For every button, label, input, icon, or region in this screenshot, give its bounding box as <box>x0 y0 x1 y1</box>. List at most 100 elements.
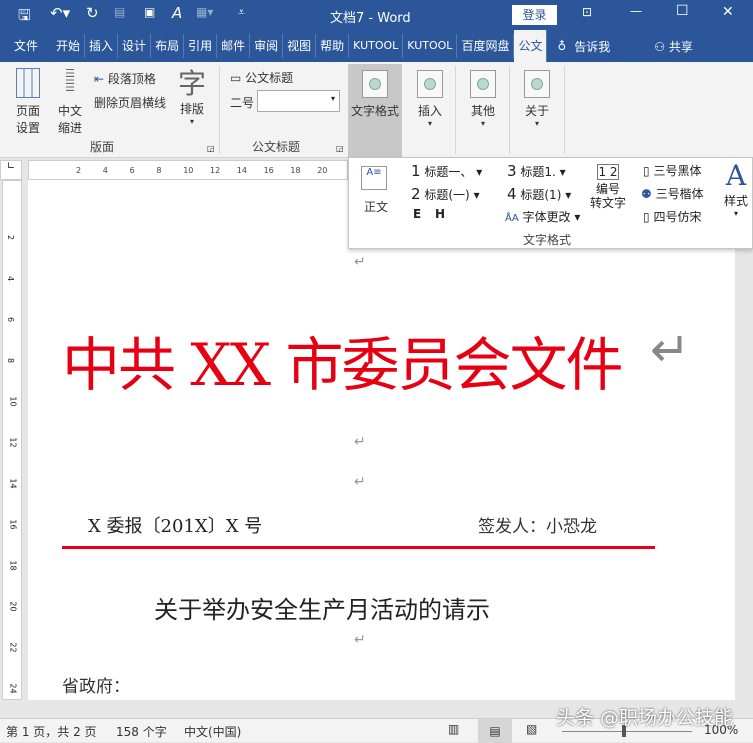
typeset-label: 排版 <box>179 102 204 116</box>
tab-selector[interactable]: ∟ <box>0 160 22 180</box>
circle-icon <box>362 70 388 98</box>
chevron-down-icon: ▾ <box>330 94 335 103</box>
ruler-tick: 18 <box>8 560 18 571</box>
divider <box>509 66 510 154</box>
numbering-icon: 1 2 <box>597 164 619 180</box>
h-button[interactable]: H <box>435 207 445 221</box>
style-label: 三号楷体 <box>655 187 704 201</box>
group-label-layout: 版面 <box>90 140 115 154</box>
picture-icon[interactable]: ▦▾ <box>196 5 213 19</box>
tell-me-input[interactable]: 告诉我 <box>574 38 610 55</box>
read-mode-icon[interactable]: ▥ <box>448 722 459 736</box>
heading-2-label: 标题(一) <box>424 188 470 202</box>
zoom-slider[interactable] <box>562 725 692 737</box>
font-icon[interactable]: A <box>172 4 182 22</box>
chinese-indent-button[interactable]: ☰ ☰ ☰ 中文 缩进 <box>52 68 88 136</box>
heading-2-button[interactable]: 2 标题(一) ▾ <box>411 185 480 203</box>
close-button[interactable]: ✕ <box>722 4 734 20</box>
horizontal-ruler[interactable]: 2 4 6 8 10 12 14 16 18 20 <box>28 160 348 180</box>
tab-file[interactable]: 文件 <box>0 34 52 58</box>
ruler-tick: 8 <box>156 166 162 175</box>
tab-home[interactable]: 开始 <box>52 34 86 58</box>
ruler-tick: 4 <box>6 275 16 282</box>
lightbulb-icon: ♁ <box>557 39 567 53</box>
paragraph-top-button[interactable]: ⇤ 段落顶格 <box>94 70 156 87</box>
typeset-button[interactable]: 字 排版 ▾ <box>174 67 210 127</box>
page-setup-button[interactable]: 页面 设置 <box>8 68 48 136</box>
red-divider-line <box>62 546 655 549</box>
style-label: 三号黑体 <box>653 164 702 178</box>
print-layout-icon[interactable]: ▤ <box>478 719 512 743</box>
tab-kutools-1[interactable]: KUTOOL <box>349 34 404 58</box>
body-text-label: 正文 <box>363 200 388 214</box>
style-sanhao-kaiti[interactable]: ⚉ 三号楷体 <box>641 185 704 202</box>
tab-mailings[interactable]: 邮件 <box>217 34 251 58</box>
font-size-select[interactable]: ▾ <box>257 90 340 112</box>
styles-icon: A <box>725 159 747 192</box>
dialog-launcher-icon[interactable]: ◲ <box>207 144 215 153</box>
maximize-button[interactable]: ☐ <box>676 3 689 19</box>
page-setup-label: 页面 设置 <box>15 104 40 135</box>
tab-kutools-2[interactable]: KUTOOL <box>403 34 458 58</box>
document-icon[interactable]: ▣ <box>144 5 155 19</box>
other-button[interactable]: 其他 ▾ <box>463 70 503 128</box>
word-count[interactable]: 158 个字 <box>116 723 167 740</box>
page-count[interactable]: 第 1 页，共 2 页 <box>6 723 97 740</box>
ribbon-display-icon[interactable]: ⊡ <box>582 5 592 19</box>
heading-4-label: 标题(1) <box>520 188 562 202</box>
heading-3-button[interactable]: 3 标题1. ▾ <box>507 162 566 180</box>
font-change-label: 字体更改 <box>522 210 571 224</box>
vertical-ruler[interactable]: 2 4 6 8 10 12 14 16 18 20 22 24 <box>2 180 22 700</box>
paragraph-top-icon: ⇤ <box>94 72 105 86</box>
tab-insert[interactable]: 插入 <box>85 34 119 58</box>
undo-icon[interactable]: ↶▾ <box>50 4 70 22</box>
ruler-tick: 14 <box>236 166 247 175</box>
redo-icon[interactable]: ↻ <box>86 4 99 22</box>
tab-design[interactable]: 设计 <box>118 34 152 58</box>
dialog-launcher-icon[interactable]: ◲ <box>336 144 344 153</box>
tab-review[interactable]: 审阅 <box>250 34 284 58</box>
tab-references[interactable]: 引用 <box>184 34 218 58</box>
styles-label: 样式 <box>723 194 748 208</box>
text-format-button[interactable]: 文字格式 <box>348 64 402 158</box>
font-change-button[interactable]: ÅA 字体更改 ▾ <box>505 208 580 225</box>
group-label-official-title: 公文标题 <box>252 140 301 154</box>
document-page[interactable]: ↵ 中共 XX 市委员会文件 ↵ ↵ ↵ X 委报〔201X〕X 号 签发人：小… <box>28 180 735 700</box>
share-label: 共享 <box>668 39 693 54</box>
style-sihao-fangsong[interactable]: ▯ 四号仿宋 <box>643 208 701 225</box>
clipboard-icon[interactable]: ▤ <box>114 5 125 19</box>
typeset-icon: 字 <box>177 67 206 100</box>
heading-1-button[interactable]: 1 标题一、 ▾ <box>411 162 482 180</box>
tab-view[interactable]: 视图 <box>283 34 317 58</box>
style-sanhao-heiti[interactable]: ▯ 三号黑体 <box>643 162 701 179</box>
styles-button[interactable]: A 样式 ▾ <box>721 159 751 219</box>
tab-baidu-pan[interactable]: 百度网盘 <box>457 34 515 58</box>
minimize-button[interactable]: — <box>630 4 642 18</box>
paragraph-mark: ↵ <box>354 632 366 648</box>
tab-layout[interactable]: 布局 <box>151 34 185 58</box>
ruler-tick: 8 <box>6 357 16 364</box>
number-to-text-button[interactable]: 1 2 编号 转文字 <box>589 164 627 210</box>
page-setup-icon <box>16 68 40 98</box>
tab-help[interactable]: 帮助 <box>316 34 350 58</box>
ruler-tick: 10 <box>183 166 194 175</box>
customize-icon[interactable]: ⩡ <box>238 5 245 20</box>
official-title-button[interactable]: ▭ 公文标题 <box>230 69 293 86</box>
ruler-tick: 2 <box>76 166 82 175</box>
save-icon[interactable]: 🖫 <box>18 5 31 30</box>
insert-label: 插入 <box>417 104 442 118</box>
page-icon: ▯ <box>643 164 650 178</box>
language[interactable]: 中文(中国) <box>184 723 241 740</box>
tab-official-doc[interactable]: 公文 <box>514 30 548 62</box>
share-button[interactable]: ⚇ 共享 <box>654 38 693 55</box>
heading-4-button[interactable]: 4 标题(1) ▾ <box>507 185 571 203</box>
e-button[interactable]: E <box>413 207 421 221</box>
insert-button[interactable]: 插入 ▾ <box>410 70 450 128</box>
body-text-button[interactable]: A≡ 正文 <box>361 166 391 215</box>
login-button[interactable]: 登录 <box>512 5 557 25</box>
text-format-label: 文字格式 <box>350 104 399 118</box>
delete-header-line-button[interactable]: 删除页眉横线 <box>94 94 166 111</box>
paragraph-mark: ↵ <box>354 434 366 450</box>
web-layout-icon[interactable]: ▧ <box>526 722 537 736</box>
about-button[interactable]: 关于 ▾ <box>517 70 557 128</box>
